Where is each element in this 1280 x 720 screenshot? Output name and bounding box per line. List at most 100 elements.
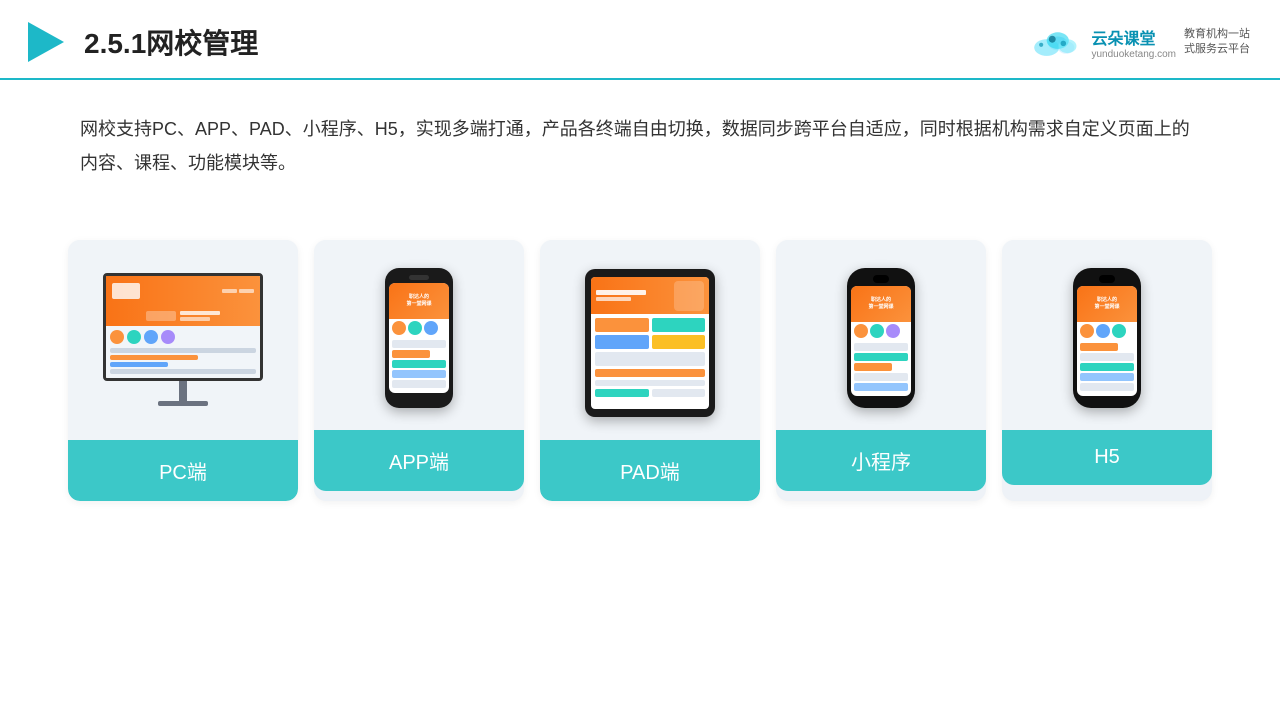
monitor-screen-inner	[106, 276, 260, 378]
h5-dot3	[1112, 324, 1126, 338]
h5-screen: 职达人的第一堂网课	[1077, 286, 1137, 396]
t-block8	[595, 389, 649, 397]
th2	[596, 297, 631, 301]
mp-dot2	[870, 324, 884, 338]
monitor-content	[106, 326, 260, 378]
h5-image-area: 职达人的第一堂网课	[1002, 240, 1212, 430]
t-block2	[652, 318, 706, 332]
card-miniprogram: 职达人的第一堂网课 小程序	[776, 240, 986, 501]
h5-rows	[1077, 340, 1137, 394]
row2	[392, 350, 430, 358]
pad-image-area	[540, 240, 760, 440]
tablet-header-text	[596, 290, 674, 301]
h5-top-text: 职达人的第一堂网课	[1094, 297, 1119, 310]
mp-dot3	[886, 324, 900, 338]
th1	[596, 290, 646, 295]
screen-bar1	[110, 348, 256, 353]
dot2	[408, 321, 422, 335]
card-pad: PAD端	[540, 240, 760, 501]
card-pc: PC端	[68, 240, 298, 501]
phone-notch	[409, 275, 429, 280]
h5-row2	[1080, 353, 1134, 361]
logo-text-area: 云朵课堂 yunduoketang.com	[1091, 25, 1176, 60]
cards-container: PC端 职达人的第一堂网课	[0, 210, 1280, 531]
monitor-banner	[106, 305, 260, 326]
mp-row3	[854, 363, 892, 371]
h5-screen-top: 职达人的第一堂网课	[1077, 286, 1137, 321]
icon2	[127, 330, 141, 344]
screen-bar3	[110, 362, 168, 367]
h5-notch	[1099, 275, 1115, 283]
mp-row2	[854, 353, 908, 361]
card-h5: 职达人的第一堂网课 H5	[1002, 240, 1212, 501]
t-block9	[652, 389, 706, 397]
t-block5	[595, 352, 705, 366]
tablet-screen	[591, 277, 709, 409]
screen-rows	[389, 337, 449, 391]
logo-slogan: 教育机构一站 式服务云平台	[1184, 27, 1250, 58]
screen-bar4	[110, 369, 256, 374]
screen-bar2	[110, 355, 198, 360]
t-block4	[652, 335, 706, 349]
mp-dot1	[854, 324, 868, 338]
pc-monitor	[103, 273, 263, 413]
tablet	[585, 269, 715, 417]
tablet-header	[591, 277, 709, 314]
t-block3	[595, 335, 649, 349]
h5-icon-row	[1077, 322, 1137, 340]
mp-icon-row	[851, 322, 911, 340]
phone-screen: 职达人的第一堂网课	[389, 283, 449, 393]
card-label-pc: PC端	[68, 440, 298, 501]
h5-row4	[1080, 373, 1134, 381]
dot1	[392, 321, 406, 335]
h5-dot2	[1096, 324, 1110, 338]
monitor-top-bar	[106, 276, 260, 305]
h5-row5	[1080, 383, 1134, 391]
card-label-pad: PAD端	[540, 440, 760, 501]
logo-domain: yunduoketang.com	[1091, 49, 1176, 60]
miniprogram-screen: 职达人的第一堂网课	[851, 286, 911, 396]
card-label-app: APP端	[314, 430, 524, 491]
monitor-logo	[112, 283, 140, 299]
row3	[392, 360, 446, 368]
screen-top: 职达人的第一堂网课	[389, 283, 449, 318]
app-icon-row	[389, 319, 449, 337]
description-content: 网校支持PC、APP、PAD、小程序、H5，实现多端打通，产品各终端自由切换，数…	[80, 112, 1200, 180]
tablet-body	[591, 314, 709, 401]
row4	[392, 370, 446, 378]
banner-text	[180, 311, 220, 321]
row5	[392, 380, 446, 388]
icon4	[161, 330, 175, 344]
h5-row3	[1080, 363, 1134, 371]
logo-area: 云朵课堂 yunduoketang.com 教育机构一站 式服务云平台	[1027, 24, 1250, 60]
nav-item	[239, 289, 254, 293]
monitor-screen	[103, 273, 263, 381]
card-app: 职达人的第一堂网课 APP端	[314, 240, 524, 501]
icon-row	[110, 330, 256, 344]
mp-rows	[851, 340, 911, 394]
app-image-area: 职达人的第一堂网课	[314, 240, 524, 430]
tablet-img	[674, 281, 704, 311]
monitor-stand	[179, 381, 187, 401]
card-label-miniprogram: 小程序	[776, 430, 986, 491]
monitor-base	[158, 401, 208, 406]
banner-line	[180, 317, 210, 321]
description-text: 网校支持PC、APP、PAD、小程序、H5，实现多端打通，产品各终端自由切换，数…	[0, 80, 1280, 200]
app-phone: 职达人的第一堂网课	[385, 268, 453, 408]
banner-img	[146, 311, 176, 321]
card-label-h5: H5	[1002, 430, 1212, 485]
row1	[392, 340, 446, 348]
icon3	[144, 330, 158, 344]
miniprogram-phone: 职达人的第一堂网课	[847, 268, 915, 408]
mp-top-text: 职达人的第一堂网课	[868, 297, 893, 310]
play-icon	[20, 18, 68, 66]
header: 2.5.1网校管理 云朵课堂 yunduoketang.com 教育机构一站 式…	[0, 0, 1280, 80]
banner-line	[180, 311, 220, 315]
t-block6	[595, 369, 705, 377]
h5-dot1	[1080, 324, 1094, 338]
nav-item	[222, 289, 237, 293]
t-block1	[595, 318, 649, 332]
phone-notch2	[873, 275, 889, 283]
icon1	[110, 330, 124, 344]
logo-name: 云朵课堂	[1091, 25, 1176, 49]
